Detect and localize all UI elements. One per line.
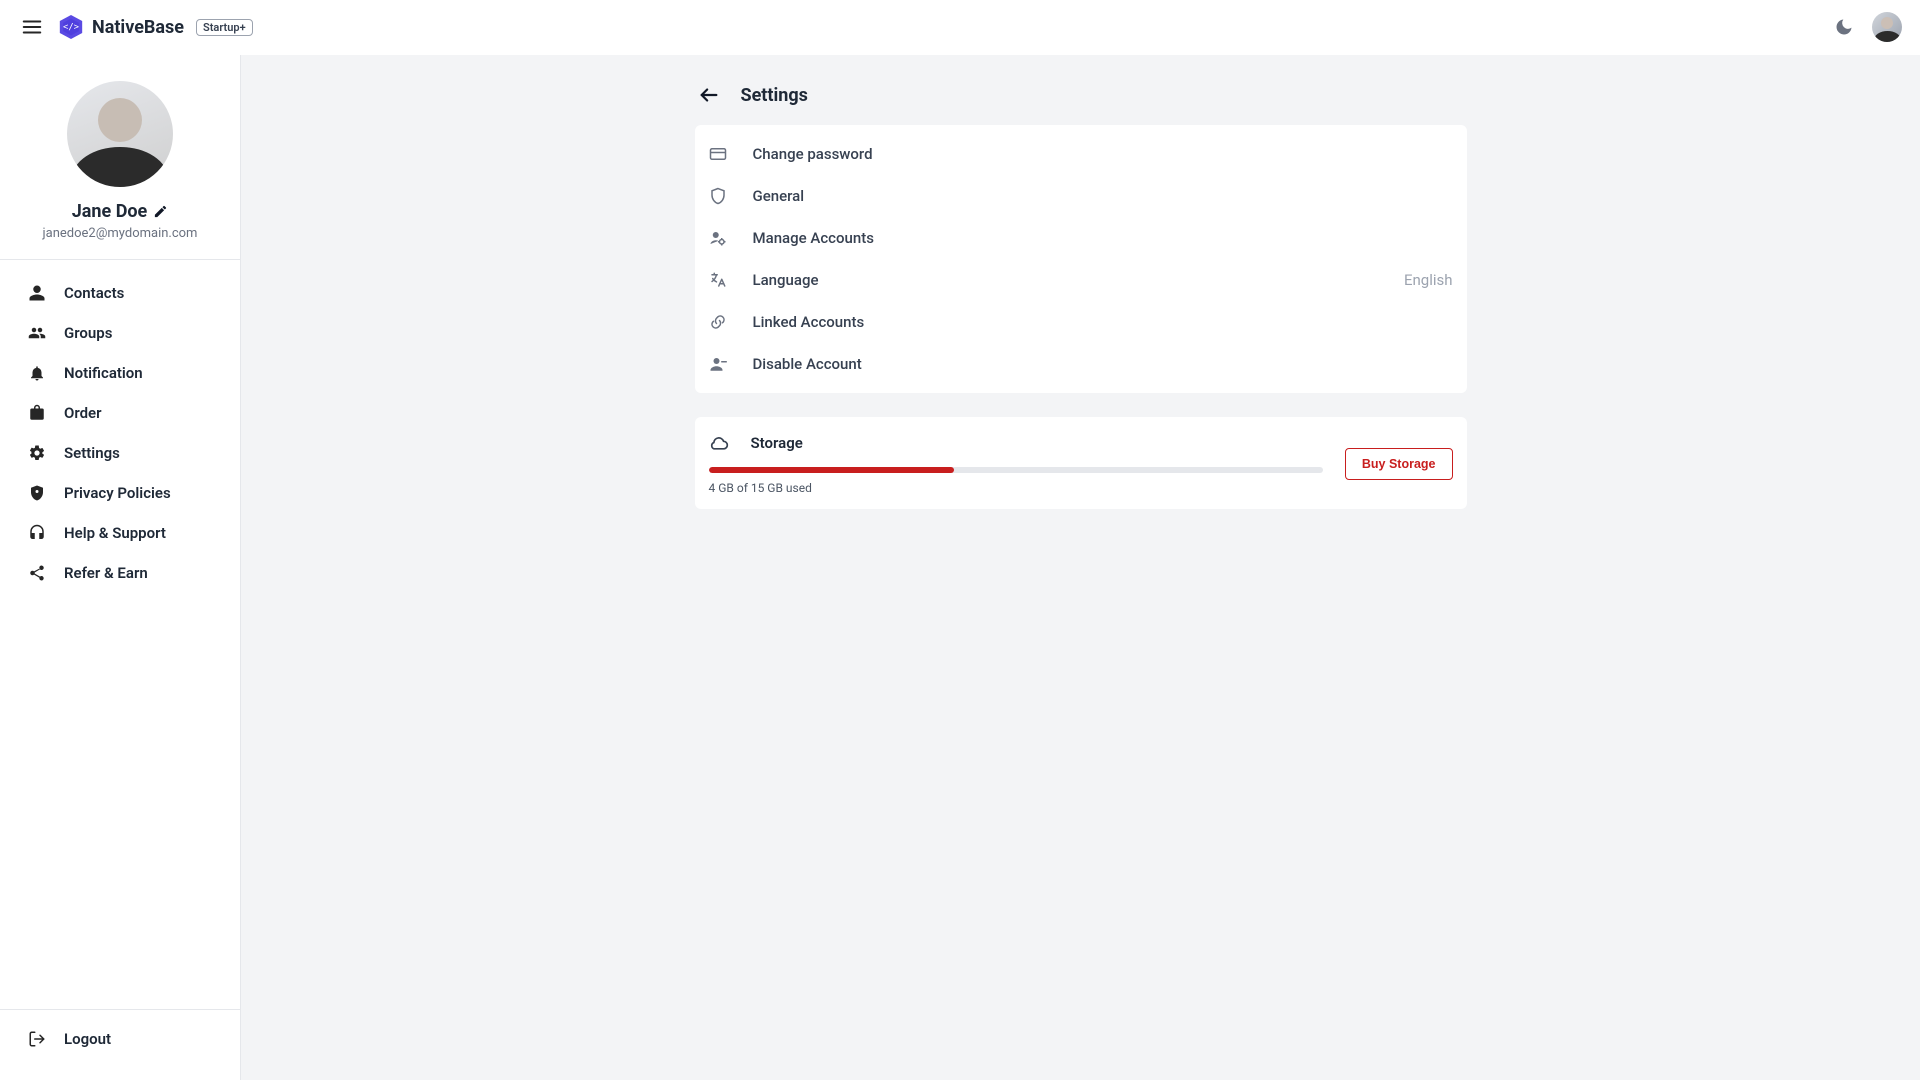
sidebar-item-groups[interactable]: Groups: [8, 314, 232, 352]
shield-outline-icon: [709, 187, 731, 205]
sidebar-item-label: Contacts: [64, 284, 124, 302]
row-manage-accounts[interactable]: Manage Accounts: [695, 217, 1467, 259]
row-disable-account[interactable]: Disable Account: [695, 343, 1467, 385]
sidebar-item-logout[interactable]: Logout: [8, 1020, 232, 1058]
row-label: Language: [753, 271, 819, 289]
bag-icon: [28, 404, 46, 422]
row-label: Manage Accounts: [753, 229, 874, 247]
share-icon: [28, 564, 46, 582]
svg-text:</>: </>: [63, 23, 79, 33]
sidebar-item-label: Notification: [64, 364, 143, 382]
sidebar-item-notification[interactable]: Notification: [8, 354, 232, 392]
sidebar-nav: Contacts Groups Notification Order Setti…: [0, 260, 240, 606]
sidebar-item-contacts[interactable]: Contacts: [8, 274, 232, 312]
sidebar-item-refer[interactable]: Refer & Earn: [8, 554, 232, 592]
sidebar-item-label: Privacy Policies: [64, 484, 171, 502]
headset-icon: [28, 524, 46, 542]
person-icon: [28, 284, 46, 302]
sidebar-item-order[interactable]: Order: [8, 394, 232, 432]
row-label: Disable Account: [753, 355, 862, 373]
sidebar-item-label: Settings: [64, 444, 120, 462]
topbar: </> NativeBase Startup+: [0, 0, 1920, 55]
logout-icon: [28, 1030, 46, 1048]
theme-toggle-icon[interactable]: [1830, 13, 1858, 41]
avatar-large[interactable]: [67, 81, 173, 187]
brand-name: NativeBase: [92, 17, 184, 38]
brand-logo-icon: </>: [58, 14, 84, 40]
storage-card: Storage 4 GB of 15 GB used Buy Storage: [695, 417, 1467, 509]
avatar[interactable]: [1872, 12, 1902, 42]
cloud-icon: [709, 433, 729, 453]
buy-storage-button[interactable]: Buy Storage: [1345, 448, 1453, 480]
translate-icon: [709, 271, 731, 289]
row-linked-accounts[interactable]: Linked Accounts: [695, 301, 1467, 343]
edit-icon[interactable]: [153, 204, 168, 219]
page-title: Settings: [741, 85, 808, 106]
manage-accounts-icon: [709, 229, 731, 247]
group-icon: [28, 324, 46, 342]
row-value: English: [1404, 271, 1453, 289]
row-language[interactable]: Language English: [695, 259, 1467, 301]
menu-icon[interactable]: [18, 13, 46, 41]
row-change-password[interactable]: Change password: [695, 133, 1467, 175]
person-remove-icon: [709, 355, 731, 373]
bell-icon: [28, 364, 46, 382]
sidebar-item-label: Help & Support: [64, 524, 166, 542]
sidebar-item-label: Order: [64, 404, 102, 422]
shield-icon: [28, 484, 46, 502]
card-icon: [709, 145, 731, 163]
profile-email: janedoe2@mydomain.com: [43, 226, 198, 241]
page-header: Settings: [695, 77, 1467, 125]
sidebar-item-privacy[interactable]: Privacy Policies: [8, 474, 232, 512]
content: Settings Change password General Manage …: [241, 55, 1920, 1080]
topbar-left: </> NativeBase Startup+: [18, 13, 253, 41]
settings-card: Change password General Manage Accounts …: [695, 125, 1467, 393]
sidebar-item-label: Refer & Earn: [64, 564, 148, 582]
brand[interactable]: </> NativeBase Startup+: [58, 14, 253, 40]
back-icon[interactable]: [695, 81, 723, 109]
sidebar-profile: Jane Doe janedoe2@mydomain.com: [0, 55, 240, 260]
topbar-right: [1830, 12, 1902, 42]
storage-progress-bar: [709, 467, 955, 473]
link-icon: [709, 313, 731, 331]
row-label: General: [753, 187, 805, 205]
row-label: Linked Accounts: [753, 313, 865, 331]
sidebar-item-settings[interactable]: Settings: [8, 434, 232, 472]
row-general[interactable]: General: [695, 175, 1467, 217]
sidebar-item-label: Logout: [64, 1030, 111, 1048]
row-label: Change password: [753, 145, 873, 163]
sidebar-item-help[interactable]: Help & Support: [8, 514, 232, 552]
storage-usage-text: 4 GB of 15 GB used: [709, 481, 1323, 495]
sidebar-item-label: Groups: [64, 324, 112, 342]
gear-icon: [28, 444, 46, 462]
sidebar: Jane Doe janedoe2@mydomain.com Contacts …: [0, 55, 241, 1080]
storage-progress: [709, 467, 1323, 473]
plan-chip: Startup+: [196, 19, 253, 36]
storage-title: Storage: [751, 434, 803, 452]
profile-name: Jane Doe: [72, 201, 148, 222]
